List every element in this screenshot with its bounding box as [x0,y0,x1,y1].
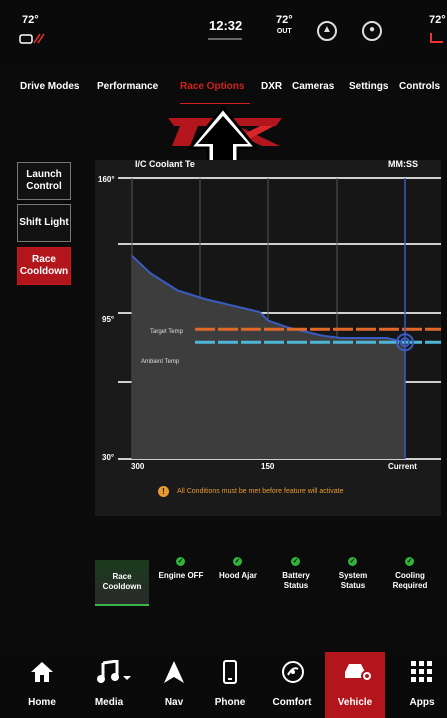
condition-label: System Status [338,571,368,590]
y-tick-30: 30° [102,453,115,462]
apps-grid-icon [411,661,432,682]
check-icon: ✓ [176,557,185,566]
nav-nav[interactable]: Nav [144,652,204,718]
condition-hood-ajar: ✓ Hood Ajar [211,557,265,602]
ambient-temp-label: Ambient Temp [141,359,180,365]
y-tick-95: 95° [102,315,115,324]
warning-text: All Conditions must be met before featur… [177,488,344,495]
check-icon: ✓ [291,557,300,566]
nav-label: Comfort [272,697,312,708]
comfort-icon [282,661,304,683]
condition-label: Engine OFF [158,571,204,580]
nav-vehicle[interactable]: Vehicle [325,652,385,718]
condition-engine-off: ✓ Engine OFF [154,557,208,602]
nav-apps[interactable]: Apps [392,652,447,718]
nav-label: Nav [164,697,184,708]
y-tick-160: 160° [98,175,115,184]
nav-label: Vehicle [337,697,373,708]
check-icon: ✓ [233,557,242,566]
nav-label: Home [28,697,56,708]
phone-icon [223,660,237,684]
nav-media[interactable]: Media [79,652,139,718]
condition-label: Battery Status [282,571,310,590]
conditions-warning: ! All Conditions must be met before feat… [158,486,344,497]
condition-battery-status: ✓ Battery Status [269,557,323,602]
coolant-temp-chart [118,177,441,460]
navigation-arrow-icon [164,661,184,683]
x-tick-300: 300 [131,462,145,471]
home-icon [31,662,53,682]
condition-race-cooldown[interactable]: Race Cooldown [95,560,149,606]
check-icon: ✓ [405,557,414,566]
nav-label: Phone [214,697,246,708]
nav-phone[interactable]: Phone [200,652,260,718]
condition-label: Cooling Required [392,571,428,590]
vehicle-icon [345,664,373,682]
condition-cooling-required: ✓ Cooling Required [383,557,437,602]
condition-label: Hood Ajar [219,571,257,580]
nav-comfort[interactable]: Comfort [262,652,322,718]
condition-system-status: ✓ System Status [326,557,380,602]
nav-label: Media [94,697,124,708]
x-tick-150: 150 [261,462,275,471]
warning-icon: ! [158,486,169,497]
condition-label: Race Cooldown [102,572,142,591]
check-icon: ✓ [348,557,357,566]
nav-home[interactable]: Home [12,652,72,718]
nav-label: Apps [409,697,435,708]
x-tick-current: Current [388,462,417,471]
music-note-icon [97,660,131,683]
target-temp-label: Target Temp [150,329,183,335]
bottom-nav-bar: Home Media Nav Phone Comfort Vehicle App… [0,652,447,718]
